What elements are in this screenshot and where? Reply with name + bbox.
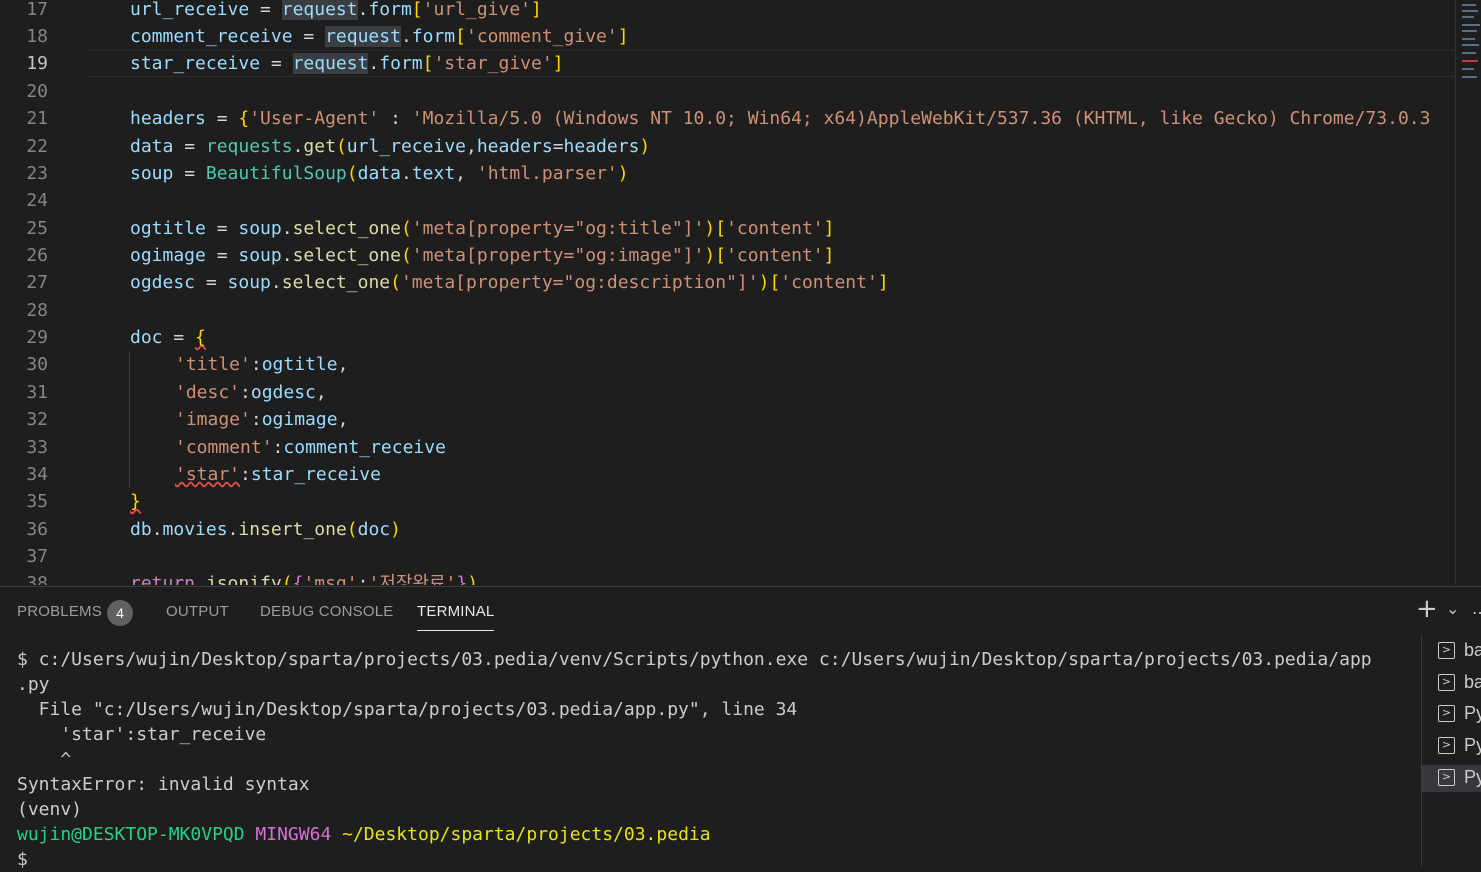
line-number: 33 [26, 437, 48, 458]
bottom-panel: PROBLEMS 4 OUTPUT DEBUG CONSOLE TERMINAL… [0, 586, 1481, 870]
terminal-error-line: SyntaxError: invalid syntax [17, 774, 310, 795]
new-terminal-plus-icon[interactable]: + [1416, 594, 1438, 624]
minimap-line [1462, 30, 1477, 32]
prompt-path: ~/Desktop/sparta/projects/03.pedia [342, 824, 711, 845]
minimap-line [1462, 24, 1480, 26]
code-line-33: 'comment':comment_receive [175, 437, 446, 458]
line-number: 31 [26, 382, 48, 403]
line-number: 34 [26, 464, 48, 485]
terminal-line: (venv) [17, 799, 83, 820]
minimap-line [1462, 38, 1475, 40]
code-line-17: url_receive = request.form['url_give'] [130, 0, 542, 20]
terminal-icon: > [1438, 642, 1455, 659]
line-number: 30 [26, 354, 48, 375]
terminal-input-line[interactable]: $ [17, 847, 1412, 872]
minimap[interactable] [1455, 0, 1481, 585]
terminal-instance[interactable]: > Py [1422, 733, 1481, 760]
terminal-instance-label: Py [1464, 735, 1481, 755]
code-line-21: headers = {'User-Agent' : 'Mozilla/5.0 (… [130, 108, 1431, 129]
code-line-34: 'star':star_receive [175, 464, 381, 485]
terminal-icon: > [1438, 674, 1455, 691]
terminal-line: 'star':star_receive [17, 724, 267, 745]
terminal-icon: > [1438, 769, 1455, 786]
terminal-instance-label: Py [1464, 767, 1481, 787]
code-line-19-current: star_receive = request.form['star_give'] [88, 50, 1454, 77]
code-line-23: soup = BeautifulSoup(data.text, 'html.pa… [130, 163, 629, 184]
minimap-line [1462, 52, 1476, 54]
code-line-25: ogtitle = soup.select_one('meta[property… [130, 218, 835, 239]
editor[interactable]: 17 18 19 20 21 22 23 24 25 26 27 28 29 3… [0, 0, 1481, 585]
minimap-line [1462, 76, 1477, 78]
terminal-line: ^ [17, 749, 72, 770]
line-number: 32 [26, 409, 48, 430]
problems-count-badge: 4 [107, 600, 133, 626]
line-number: 25 [26, 218, 48, 239]
line-number: 18 [26, 26, 48, 47]
terminal-output[interactable]: $ c:/Users/wujin/Desktop/sparta/projects… [17, 647, 1412, 872]
code-line-22: data = requests.get(url_receive,headers=… [130, 136, 651, 157]
tab-output[interactable]: OUTPUT [166, 603, 229, 620]
minimap-line [1462, 4, 1476, 6]
code-line-31: 'desc':ogdesc, [175, 382, 327, 403]
terminal-icon: > [1438, 705, 1455, 722]
minimap-line [1462, 68, 1474, 70]
code-line-27: ogdesc = soup.select_one('meta[property=… [130, 272, 889, 293]
code-line-35: } [130, 491, 141, 512]
line-number: 17 [26, 0, 48, 20]
code-line-18: comment_receive = request.form['comment_… [130, 26, 629, 47]
code-line-32: 'image':ogimage, [175, 409, 349, 430]
minimap-line [1462, 10, 1478, 12]
line-number: 28 [26, 300, 48, 321]
prompt-env: MINGW64 [255, 824, 332, 845]
terminal-line: File "c:/Users/wujin/Desktop/sparta/proj… [17, 699, 798, 720]
line-number: 26 [26, 245, 48, 266]
code-line-29: doc = { [130, 327, 206, 348]
panel-tabs: PROBLEMS 4 OUTPUT DEBUG CONSOLE TERMINAL… [0, 587, 1481, 637]
minimap-line [1462, 44, 1479, 46]
line-number: 20 [26, 81, 48, 102]
minimap-error-marker [1462, 60, 1478, 62]
terminal-icon: > [1438, 737, 1455, 754]
terminal-instance[interactable]: > Py [1422, 701, 1481, 728]
line-number: 37 [26, 546, 48, 567]
code-area[interactable]: url_receive = request.form['url_give'] c… [88, 0, 1454, 585]
code-line-26: ogimage = soup.select_one('meta[property… [130, 245, 835, 266]
terminal-prompt: wujin@DESKTOP-MK0VPQD MINGW64 ~/Desktop/… [17, 822, 1412, 847]
terminal-instance[interactable]: > ba [1422, 638, 1481, 665]
tab-debug-console[interactable]: DEBUG CONSOLE [260, 603, 393, 620]
line-number: 38 [26, 573, 48, 585]
terminal-instance-label: ba [1464, 672, 1481, 692]
line-number: 23 [26, 163, 48, 184]
terminal-dropdown-chevron-icon[interactable]: ⌄ [1446, 599, 1459, 618]
line-number-active: 19 [26, 53, 48, 74]
line-number-gutter: 17 18 19 20 21 22 23 24 25 26 27 28 29 3… [0, 0, 60, 585]
line-number: 27 [26, 272, 48, 293]
code-line-36: db.movies.insert_one(doc) [130, 519, 401, 540]
indent-guide [129, 351, 130, 488]
terminal-line: .py [17, 674, 50, 695]
tab-problems[interactable]: PROBLEMS [17, 603, 102, 620]
code-line-38: return jsonify({'msg':'저장완료'}) [130, 573, 479, 585]
line-number: 35 [26, 491, 48, 512]
terminal-instances-list: > ba > ba > Py > Py > Py [1421, 635, 1481, 866]
minimap-line [1462, 16, 1474, 18]
terminal-line: $ c:/Users/wujin/Desktop/sparta/projects… [17, 649, 1372, 670]
more-actions-icon[interactable]: … [1472, 599, 1481, 618]
line-number: 21 [26, 108, 48, 129]
line-number: 29 [26, 327, 48, 348]
line-number: 24 [26, 190, 48, 211]
prompt-user: wujin@DESKTOP-MK0VPQD [17, 824, 245, 845]
terminal-instance-selected[interactable]: > Py [1422, 765, 1481, 792]
code-line-30: 'title':ogtitle, [175, 354, 349, 375]
line-number: 36 [26, 519, 48, 540]
terminal-instance[interactable]: > ba [1422, 670, 1481, 697]
terminal-instance-label: Py [1464, 703, 1481, 723]
line-number: 22 [26, 136, 48, 157]
tab-terminal[interactable]: TERMINAL [417, 603, 495, 631]
terminal-instance-label: ba [1464, 640, 1481, 660]
